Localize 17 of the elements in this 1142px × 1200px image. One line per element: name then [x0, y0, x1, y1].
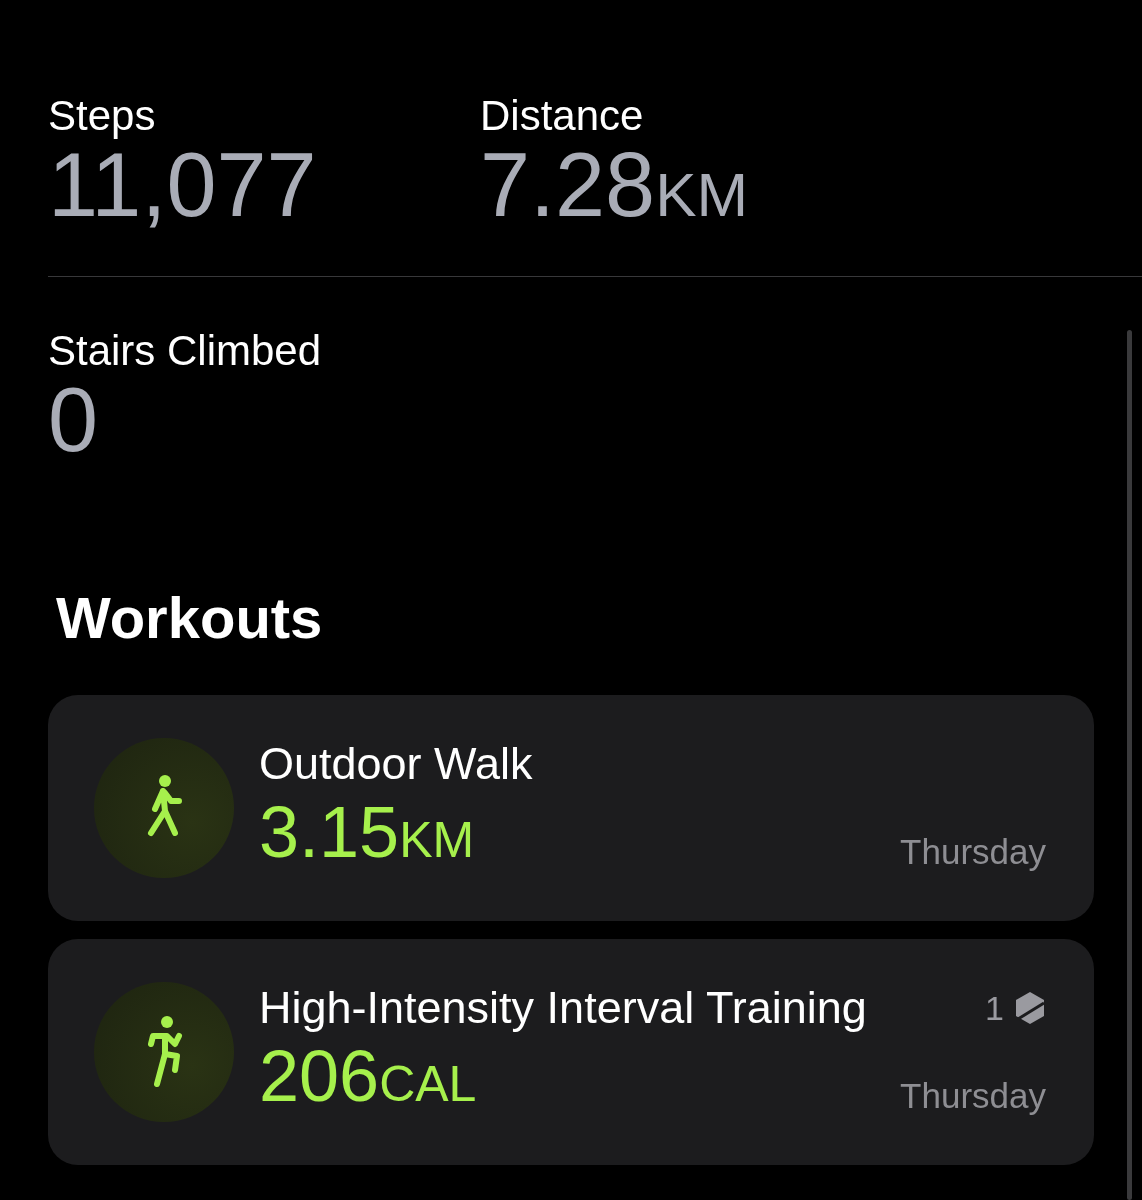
- stat-value: 11,077: [48, 140, 318, 230]
- workout-name: Outdoor Walk: [259, 737, 533, 791]
- workout-day: Thursday: [900, 824, 1046, 880]
- stat-label: Steps: [48, 92, 157, 140]
- workout-name: High-Intensity Interval Training: [259, 981, 867, 1035]
- stat-value: 7.28KM: [480, 140, 749, 237]
- badge-count: 1: [985, 987, 1004, 1029]
- stat-value: 0: [48, 375, 100, 465]
- workout-day: Thursday: [900, 1068, 1046, 1124]
- workout-card[interactable]: Outdoor Walk 3.15KM Thursday: [48, 695, 1094, 921]
- stat-label: Stairs Climbed: [48, 327, 323, 375]
- stat-label: Distance: [480, 92, 645, 140]
- workout-card[interactable]: High-Intensity Interval Training 1 206CAL Thursday: [48, 939, 1094, 1165]
- section-title: Workouts: [56, 584, 324, 652]
- workout-value: 3.15KM: [259, 792, 475, 874]
- workout-value: 206CAL: [259, 1036, 477, 1118]
- hexagon-icon: [1014, 991, 1046, 1025]
